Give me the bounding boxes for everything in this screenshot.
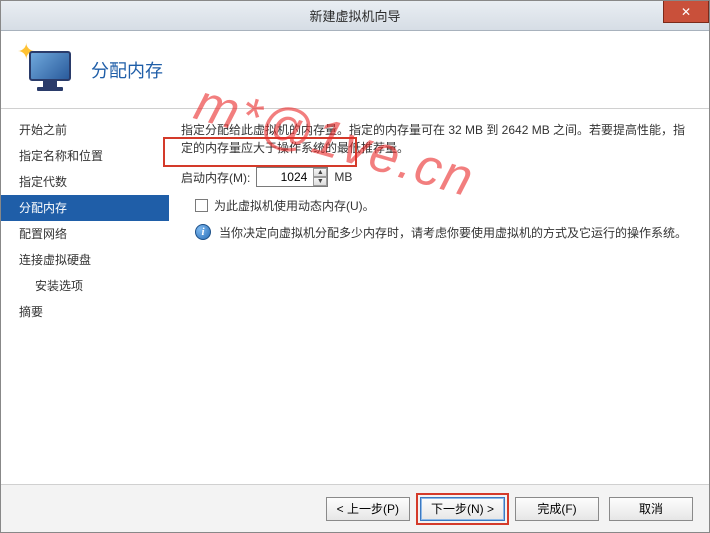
page-title: 分配内存	[91, 57, 163, 83]
dynamic-memory-label: 为此虚拟机使用动态内存(U)。	[214, 197, 375, 214]
description-text: 指定分配给此虚拟机的内存量。指定的内存量可在 32 MB 到 2642 MB 之…	[181, 121, 691, 157]
sidebar-step-3[interactable]: 分配内存	[1, 195, 169, 221]
close-icon: ✕	[681, 5, 691, 19]
sidebar-step-6[interactable]: 安装选项	[1, 273, 169, 299]
cancel-button[interactable]: 取消	[609, 497, 693, 521]
sidebar-step-5[interactable]: 连接虚拟硬盘	[1, 247, 169, 273]
finish-button[interactable]: 完成(F)	[515, 497, 599, 521]
wizard-content: 指定分配给此虚拟机的内存量。指定的内存量可在 32 MB 到 2642 MB 之…	[169, 109, 709, 484]
info-text: 当你决定向虚拟机分配多少内存时，请考虑你要使用虚拟机的方式及它运行的操作系统。	[219, 224, 687, 242]
previous-button[interactable]: < 上一步(P)	[326, 497, 410, 521]
info-icon: i	[195, 224, 211, 240]
info-row: i 当你决定向虚拟机分配多少内存时，请考虑你要使用虚拟机的方式及它运行的操作系统…	[181, 224, 691, 242]
memory-label: 启动内存(M):	[181, 169, 250, 186]
window-title: 新建虚拟机向导	[309, 6, 400, 25]
spin-up-button[interactable]: ▲	[313, 168, 327, 177]
sidebar-step-4[interactable]: 配置网络	[1, 221, 169, 247]
dynamic-memory-checkbox[interactable]	[195, 199, 208, 212]
wizard-body: 开始之前指定名称和位置指定代数分配内存配置网络连接虚拟硬盘安装选项摘要 指定分配…	[1, 109, 709, 484]
wizard-steps-sidebar: 开始之前指定名称和位置指定代数分配内存配置网络连接虚拟硬盘安装选项摘要	[1, 109, 169, 484]
next-button[interactable]: 下一步(N) >	[420, 497, 505, 521]
wizard-header: ✦ 分配内存	[1, 31, 709, 109]
sidebar-step-1[interactable]: 指定名称和位置	[1, 143, 169, 169]
wizard-footer: < 上一步(P) 下一步(N) > 完成(F) 取消	[1, 484, 709, 532]
sidebar-step-0[interactable]: 开始之前	[1, 117, 169, 143]
sidebar-step-2[interactable]: 指定代数	[1, 169, 169, 195]
dynamic-memory-row: 为此虚拟机使用动态内存(U)。	[181, 197, 691, 214]
close-button[interactable]: ✕	[663, 1, 709, 23]
spin-down-button[interactable]: ▼	[313, 177, 327, 186]
sidebar-step-7[interactable]: 摘要	[1, 299, 169, 325]
wizard-icon: ✦	[19, 43, 73, 97]
memory-field-row: 启动内存(M): ▲ ▼ MB	[181, 167, 691, 187]
memory-spinner: ▲ ▼	[313, 168, 327, 186]
titlebar: 新建虚拟机向导 ✕	[1, 1, 709, 31]
memory-unit: MB	[334, 170, 352, 184]
